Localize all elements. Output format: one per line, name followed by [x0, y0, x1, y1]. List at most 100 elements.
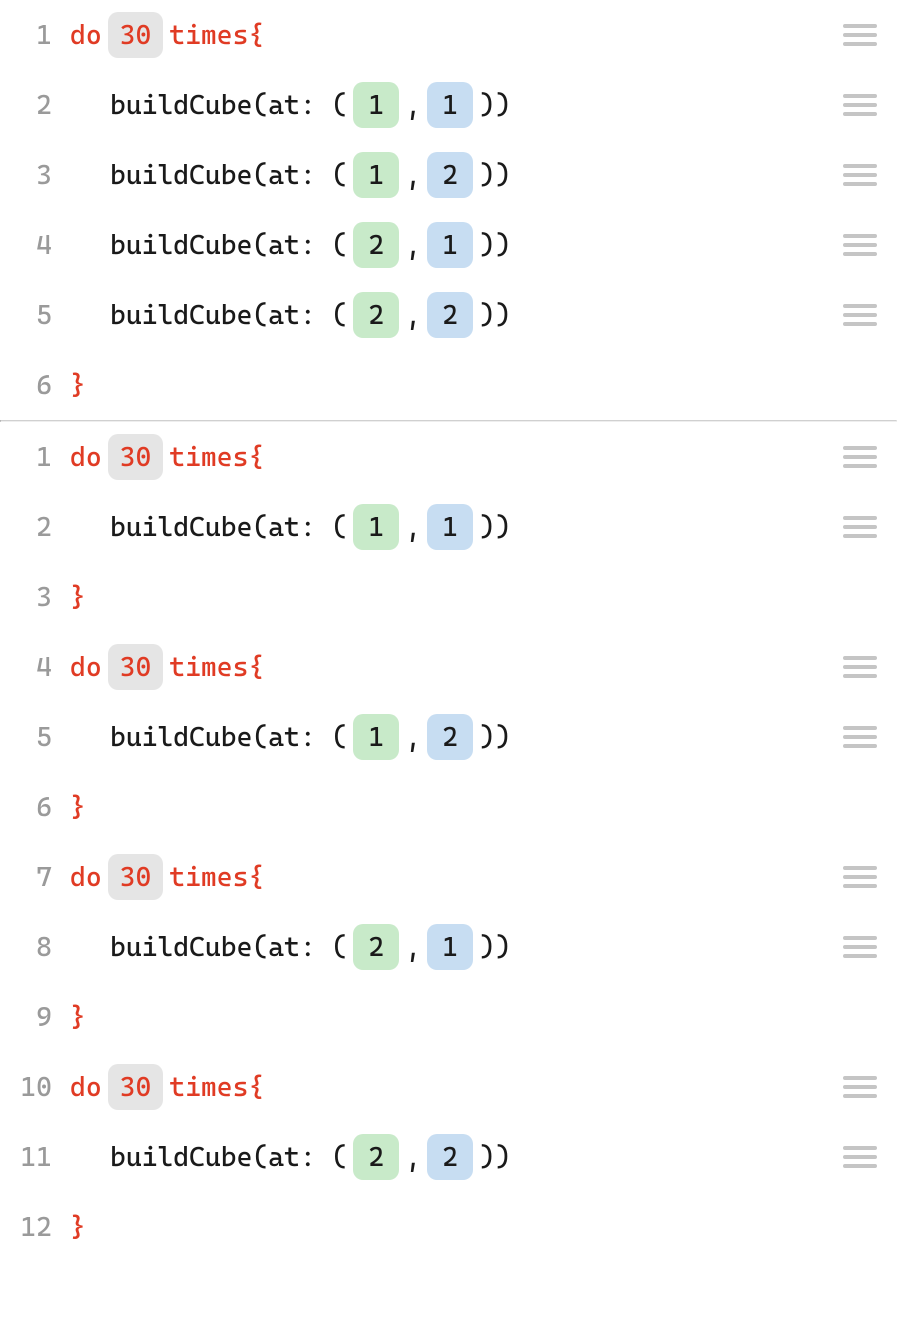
drag-handle-icon[interactable] — [843, 866, 877, 888]
code-content: buildCube(at: ( 2 , 2 )) — [70, 1134, 897, 1180]
coord-y-pill[interactable]: 1 — [427, 222, 473, 268]
keyword-do: do — [70, 1072, 102, 1103]
drag-handle-icon[interactable] — [843, 1146, 877, 1168]
code-content: do 30 times{ — [70, 12, 897, 58]
call-suffix: )) — [479, 160, 511, 191]
line-number: 5 — [0, 300, 70, 331]
code-line[interactable]: 1 do 30 times{ — [0, 0, 897, 70]
coord-x-pill[interactable]: 2 — [353, 1134, 399, 1180]
code-content: do 30 times{ — [70, 644, 897, 690]
drag-handle-icon[interactable] — [843, 1076, 877, 1098]
code-line[interactable]: 12 } — [0, 1192, 897, 1262]
code-line[interactable]: 2 buildCube(at: ( 1 , 1 )) — [0, 492, 897, 562]
call-prefix: buildCube(at: ( — [110, 512, 347, 543]
coord-y-pill[interactable]: 2 — [427, 292, 473, 338]
drag-handle-icon[interactable] — [843, 94, 877, 116]
code-line[interactable]: 10 do 30 times{ — [0, 1052, 897, 1122]
coord-y-pill[interactable]: 2 — [427, 152, 473, 198]
keyword-times: times{ — [169, 862, 264, 893]
call-suffix: )) — [479, 512, 511, 543]
keyword-do: do — [70, 652, 102, 683]
drag-handle-icon[interactable] — [843, 446, 877, 468]
line-number: 1 — [0, 20, 70, 51]
comma: , — [405, 722, 421, 753]
coord-x-pill[interactable]: 2 — [353, 222, 399, 268]
code-panel-bottom: 1 do 30 times{ 2 buildCube(at: ( 1 , 1 )… — [0, 422, 897, 1262]
loop-count-pill[interactable]: 30 — [108, 644, 164, 690]
call-prefix: buildCube(at: ( — [110, 932, 347, 963]
code-line[interactable]: 9 } — [0, 982, 897, 1052]
line-number: 7 — [0, 862, 70, 893]
line-number: 9 — [0, 1002, 70, 1033]
coord-x-pill[interactable]: 2 — [353, 924, 399, 970]
coord-y-pill[interactable]: 2 — [427, 1134, 473, 1180]
drag-handle-icon[interactable] — [843, 24, 877, 46]
call-prefix: buildCube(at: ( — [110, 300, 347, 331]
code-content: do 30 times{ — [70, 434, 897, 480]
code-line[interactable]: 11 buildCube(at: ( 2 , 2 )) — [0, 1122, 897, 1192]
drag-handle-icon[interactable] — [843, 234, 877, 256]
coord-x-pill[interactable]: 1 — [353, 82, 399, 128]
coord-x-pill[interactable]: 2 — [353, 292, 399, 338]
drag-handle-icon[interactable] — [843, 304, 877, 326]
code-content: buildCube(at: ( 1 , 2 )) — [70, 152, 897, 198]
comma: , — [405, 300, 421, 331]
loop-count-pill[interactable]: 30 — [108, 434, 164, 480]
coord-y-pill[interactable]: 1 — [427, 82, 473, 128]
coord-y-pill[interactable]: 2 — [427, 714, 473, 760]
code-line[interactable]: 4 do 30 times{ — [0, 632, 897, 702]
code-content: buildCube(at: ( 2 , 2 )) — [70, 292, 897, 338]
line-number: 2 — [0, 512, 70, 543]
code-line[interactable]: 6 } — [0, 772, 897, 842]
coord-y-pill[interactable]: 1 — [427, 504, 473, 550]
keyword-times: times{ — [169, 652, 264, 683]
loop-count-pill[interactable]: 30 — [108, 1064, 164, 1110]
drag-handle-icon[interactable] — [843, 656, 877, 678]
drag-handle-icon[interactable] — [843, 516, 877, 538]
line-number: 3 — [0, 582, 70, 613]
call-prefix: buildCube(at: ( — [110, 722, 347, 753]
code-line[interactable]: 8 buildCube(at: ( 2 , 1 )) — [0, 912, 897, 982]
call-suffix: )) — [479, 300, 511, 331]
coord-y-pill[interactable]: 1 — [427, 924, 473, 970]
drag-handle-icon[interactable] — [843, 726, 877, 748]
coord-x-pill[interactable]: 1 — [353, 714, 399, 760]
comma: , — [405, 90, 421, 121]
code-content: buildCube(at: ( 1 , 2 )) — [70, 714, 897, 760]
keyword-do: do — [70, 20, 102, 51]
comma: , — [405, 160, 421, 191]
keyword-do: do — [70, 442, 102, 473]
line-number: 11 — [0, 1142, 70, 1173]
coord-x-pill[interactable]: 1 — [353, 152, 399, 198]
code-content: buildCube(at: ( 1 , 1 )) — [70, 504, 897, 550]
code-content: buildCube(at: ( 2 , 1 )) — [70, 924, 897, 970]
code-line[interactable]: 5 buildCube(at: ( 1 , 2 )) — [0, 702, 897, 772]
loop-count-pill[interactable]: 30 — [108, 854, 164, 900]
drag-handle-icon[interactable] — [843, 164, 877, 186]
code-line[interactable]: 7 do 30 times{ — [0, 842, 897, 912]
code-line[interactable]: 1 do 30 times{ — [0, 422, 897, 492]
code-line[interactable]: 5 buildCube(at: ( 2 , 2 )) — [0, 280, 897, 350]
code-content: } — [70, 1212, 897, 1243]
call-prefix: buildCube(at: ( — [110, 160, 347, 191]
code-line[interactable]: 3 } — [0, 562, 897, 632]
keyword-close-brace: } — [70, 582, 86, 613]
keyword-close-brace: } — [70, 792, 86, 823]
code-line[interactable]: 6 } — [0, 350, 897, 420]
keyword-times: times{ — [169, 20, 264, 51]
drag-handle-icon[interactable] — [843, 936, 877, 958]
line-number: 6 — [0, 792, 70, 823]
loop-count-pill[interactable]: 30 — [108, 12, 164, 58]
code-line[interactable]: 4 buildCube(at: ( 2 , 1 )) — [0, 210, 897, 280]
code-content: buildCube(at: ( 2 , 1 )) — [70, 222, 897, 268]
call-suffix: )) — [479, 230, 511, 261]
keyword-times: times{ — [169, 1072, 264, 1103]
code-content: } — [70, 370, 897, 401]
call-prefix: buildCube(at: ( — [110, 90, 347, 121]
line-number: 1 — [0, 442, 70, 473]
call-suffix: )) — [479, 1142, 511, 1173]
code-line[interactable]: 3 buildCube(at: ( 1 , 2 )) — [0, 140, 897, 210]
coord-x-pill[interactable]: 1 — [353, 504, 399, 550]
code-content: buildCube(at: ( 1 , 1 )) — [70, 82, 897, 128]
code-line[interactable]: 2 buildCube(at: ( 1 , 1 )) — [0, 70, 897, 140]
